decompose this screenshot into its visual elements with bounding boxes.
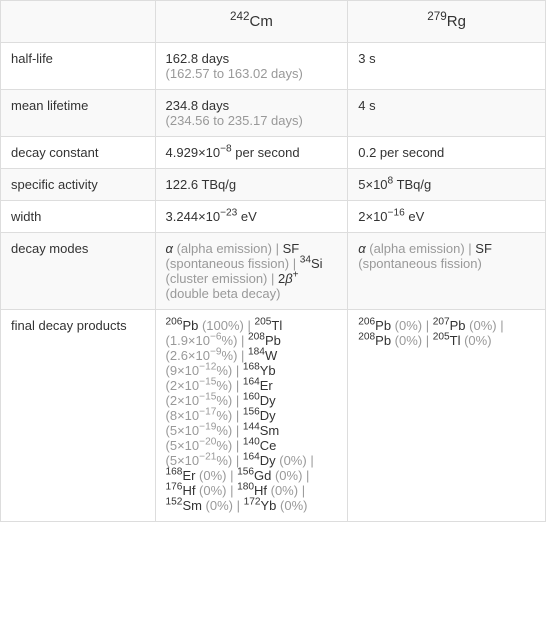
row-decay-constant: decay constant 4.929×10−8 per second 0.2… <box>1 137 546 169</box>
label-width: width <box>1 201 156 233</box>
row-mean-lifetime: mean lifetime 234.8 days(234.56 to 235.1… <box>1 90 546 137</box>
row-decay-modes: decay modes α (alpha emission) | SF (spo… <box>1 233 546 310</box>
header-empty <box>1 1 156 43</box>
label-mean-lifetime: mean lifetime <box>1 90 156 137</box>
header-row: 242Cm 279Rg <box>1 1 546 43</box>
cell-decay-constant-2: 0.2 per second <box>348 137 546 169</box>
cell-decay-modes-2: α (alpha emission) | SF (spontaneous fis… <box>348 233 546 310</box>
cell-half-life-2: 3 s <box>348 43 546 90</box>
label-final-decay-products: final decay products <box>1 310 156 522</box>
header-col1: 242Cm <box>155 1 348 43</box>
header-col2: 279Rg <box>348 1 546 43</box>
cell-specific-activity-2: 5×108 TBq/g <box>348 169 546 201</box>
cell-mean-lifetime-1: 234.8 days(234.56 to 235.17 days) <box>155 90 348 137</box>
properties-table: 242Cm 279Rg half-life 162.8 days(162.57 … <box>0 0 546 522</box>
row-width: width 3.244×10−23 eV 2×10−16 eV <box>1 201 546 233</box>
row-final-decay-products: final decay products 206Pb (100%) | 205T… <box>1 310 546 522</box>
cell-decay-constant-1: 4.929×10−8 per second <box>155 137 348 169</box>
cell-decay-modes-1: α (alpha emission) | SF (spontaneous fis… <box>155 233 348 310</box>
cell-final-decay-1: 206Pb (100%) | 205Tl (1.9×10−6%) | 208Pb… <box>155 310 348 522</box>
label-half-life: half-life <box>1 43 156 90</box>
label-decay-modes: decay modes <box>1 233 156 310</box>
cell-half-life-1: 162.8 days(162.57 to 163.02 days) <box>155 43 348 90</box>
cell-final-decay-2: 206Pb (0%) | 207Pb (0%) | 208Pb (0%) | 2… <box>348 310 546 522</box>
row-specific-activity: specific activity 122.6 TBq/g 5×108 TBq/… <box>1 169 546 201</box>
cell-mean-lifetime-2: 4 s <box>348 90 546 137</box>
label-specific-activity: specific activity <box>1 169 156 201</box>
cell-width-1: 3.244×10−23 eV <box>155 201 348 233</box>
cell-width-2: 2×10−16 eV <box>348 201 546 233</box>
cell-specific-activity-1: 122.6 TBq/g <box>155 169 348 201</box>
row-half-life: half-life 162.8 days(162.57 to 163.02 da… <box>1 43 546 90</box>
label-decay-constant: decay constant <box>1 137 156 169</box>
